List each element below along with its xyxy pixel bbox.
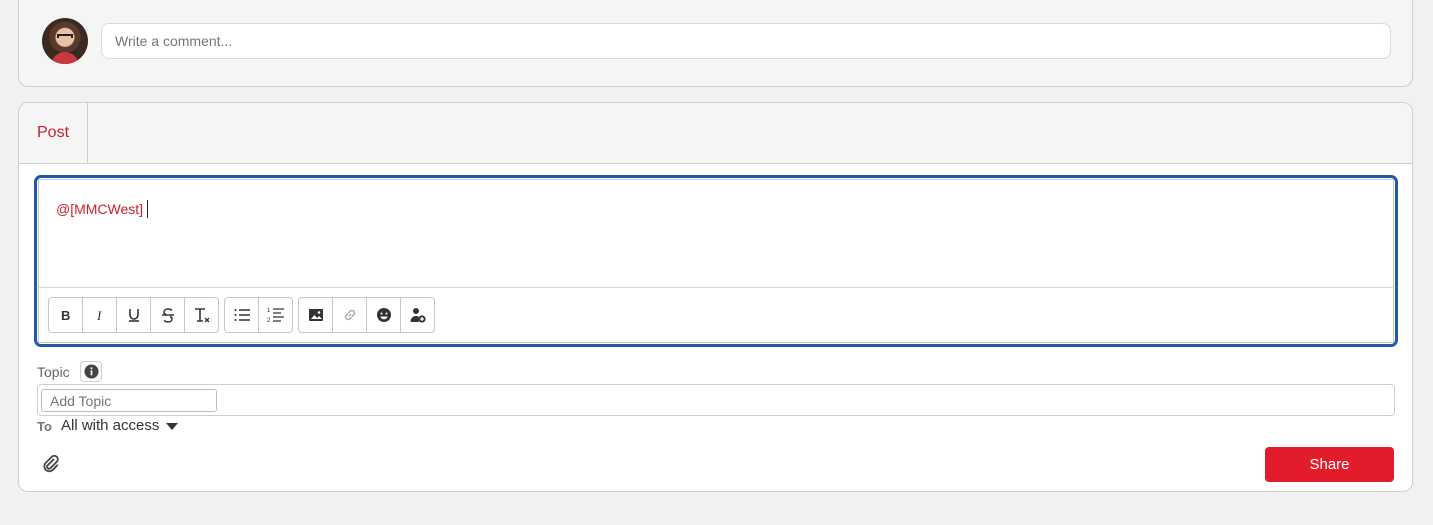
editor-area[interactable]: @[MMCWest] B I 1 2	[38, 179, 1394, 343]
svg-text:B: B	[61, 308, 70, 323]
underline-button[interactable]	[116, 297, 151, 333]
mention-user-icon	[410, 308, 426, 323]
audience-label: To	[37, 419, 52, 434]
italic-button[interactable]: I	[82, 297, 117, 333]
topic-input[interactable]	[41, 389, 217, 412]
text-caret	[147, 200, 149, 218]
link-button[interactable]	[332, 297, 367, 333]
topic-field[interactable]	[37, 384, 1395, 416]
editor-content[interactable]: @[MMCWest]	[56, 198, 149, 220]
avatar	[42, 18, 88, 64]
audience-dropdown[interactable]: All with access	[61, 417, 179, 434]
format-toolbar: B I 1 2	[48, 297, 440, 333]
clear-format-button[interactable]	[184, 297, 219, 333]
bullet-list-icon	[234, 309, 250, 321]
numbered-list-icon: 12	[267, 308, 284, 324]
composer-tabbar: Post	[19, 103, 1412, 164]
share-button[interactable]: Share	[1265, 447, 1394, 482]
caret-down-icon	[166, 423, 179, 430]
strikethrough-icon	[161, 308, 174, 323]
strikethrough-button[interactable]	[150, 297, 185, 333]
text-style-group: B I	[48, 297, 219, 333]
numbered-list-button[interactable]: 12	[258, 297, 293, 333]
info-icon	[84, 364, 98, 379]
insert-group	[298, 297, 435, 333]
comment-input[interactable]	[101, 23, 1391, 59]
mention-text: @[MMCWest]	[56, 201, 144, 217]
avatar-glasses	[57, 34, 73, 38]
topic-info-button[interactable]	[80, 361, 102, 382]
bold-icon: B	[61, 308, 70, 323]
post-editor[interactable]: @[MMCWest] B I 1 2	[34, 175, 1398, 347]
paperclip-icon	[43, 454, 59, 473]
svg-text:I: I	[96, 308, 102, 323]
italic-icon: I	[96, 308, 102, 323]
avatar-shirt	[51, 52, 79, 64]
emoji-button[interactable]	[366, 297, 401, 333]
link-icon	[344, 309, 355, 321]
bullet-list-button[interactable]	[224, 297, 259, 333]
mention-user-button[interactable]	[400, 297, 435, 333]
underline-icon	[128, 309, 139, 322]
list-group: 12	[224, 297, 293, 333]
svg-text:2: 2	[267, 318, 271, 324]
attach-button[interactable]	[40, 453, 62, 475]
bold-button[interactable]: B	[48, 297, 83, 333]
toolbar-divider	[39, 287, 1393, 288]
clear-format-icon	[194, 308, 209, 323]
image-button[interactable]	[298, 297, 333, 333]
audience-value: All with access	[61, 417, 160, 434]
tab-post[interactable]: Post	[19, 103, 88, 163]
comment-card	[18, 0, 1413, 87]
image-icon	[308, 309, 323, 321]
svg-text:1: 1	[267, 308, 271, 314]
topic-label: Topic	[37, 364, 70, 380]
post-composer: Post @[MMCWest] B I 1 2 Topic Add Topic …	[18, 102, 1413, 492]
emoji-icon	[376, 308, 391, 322]
